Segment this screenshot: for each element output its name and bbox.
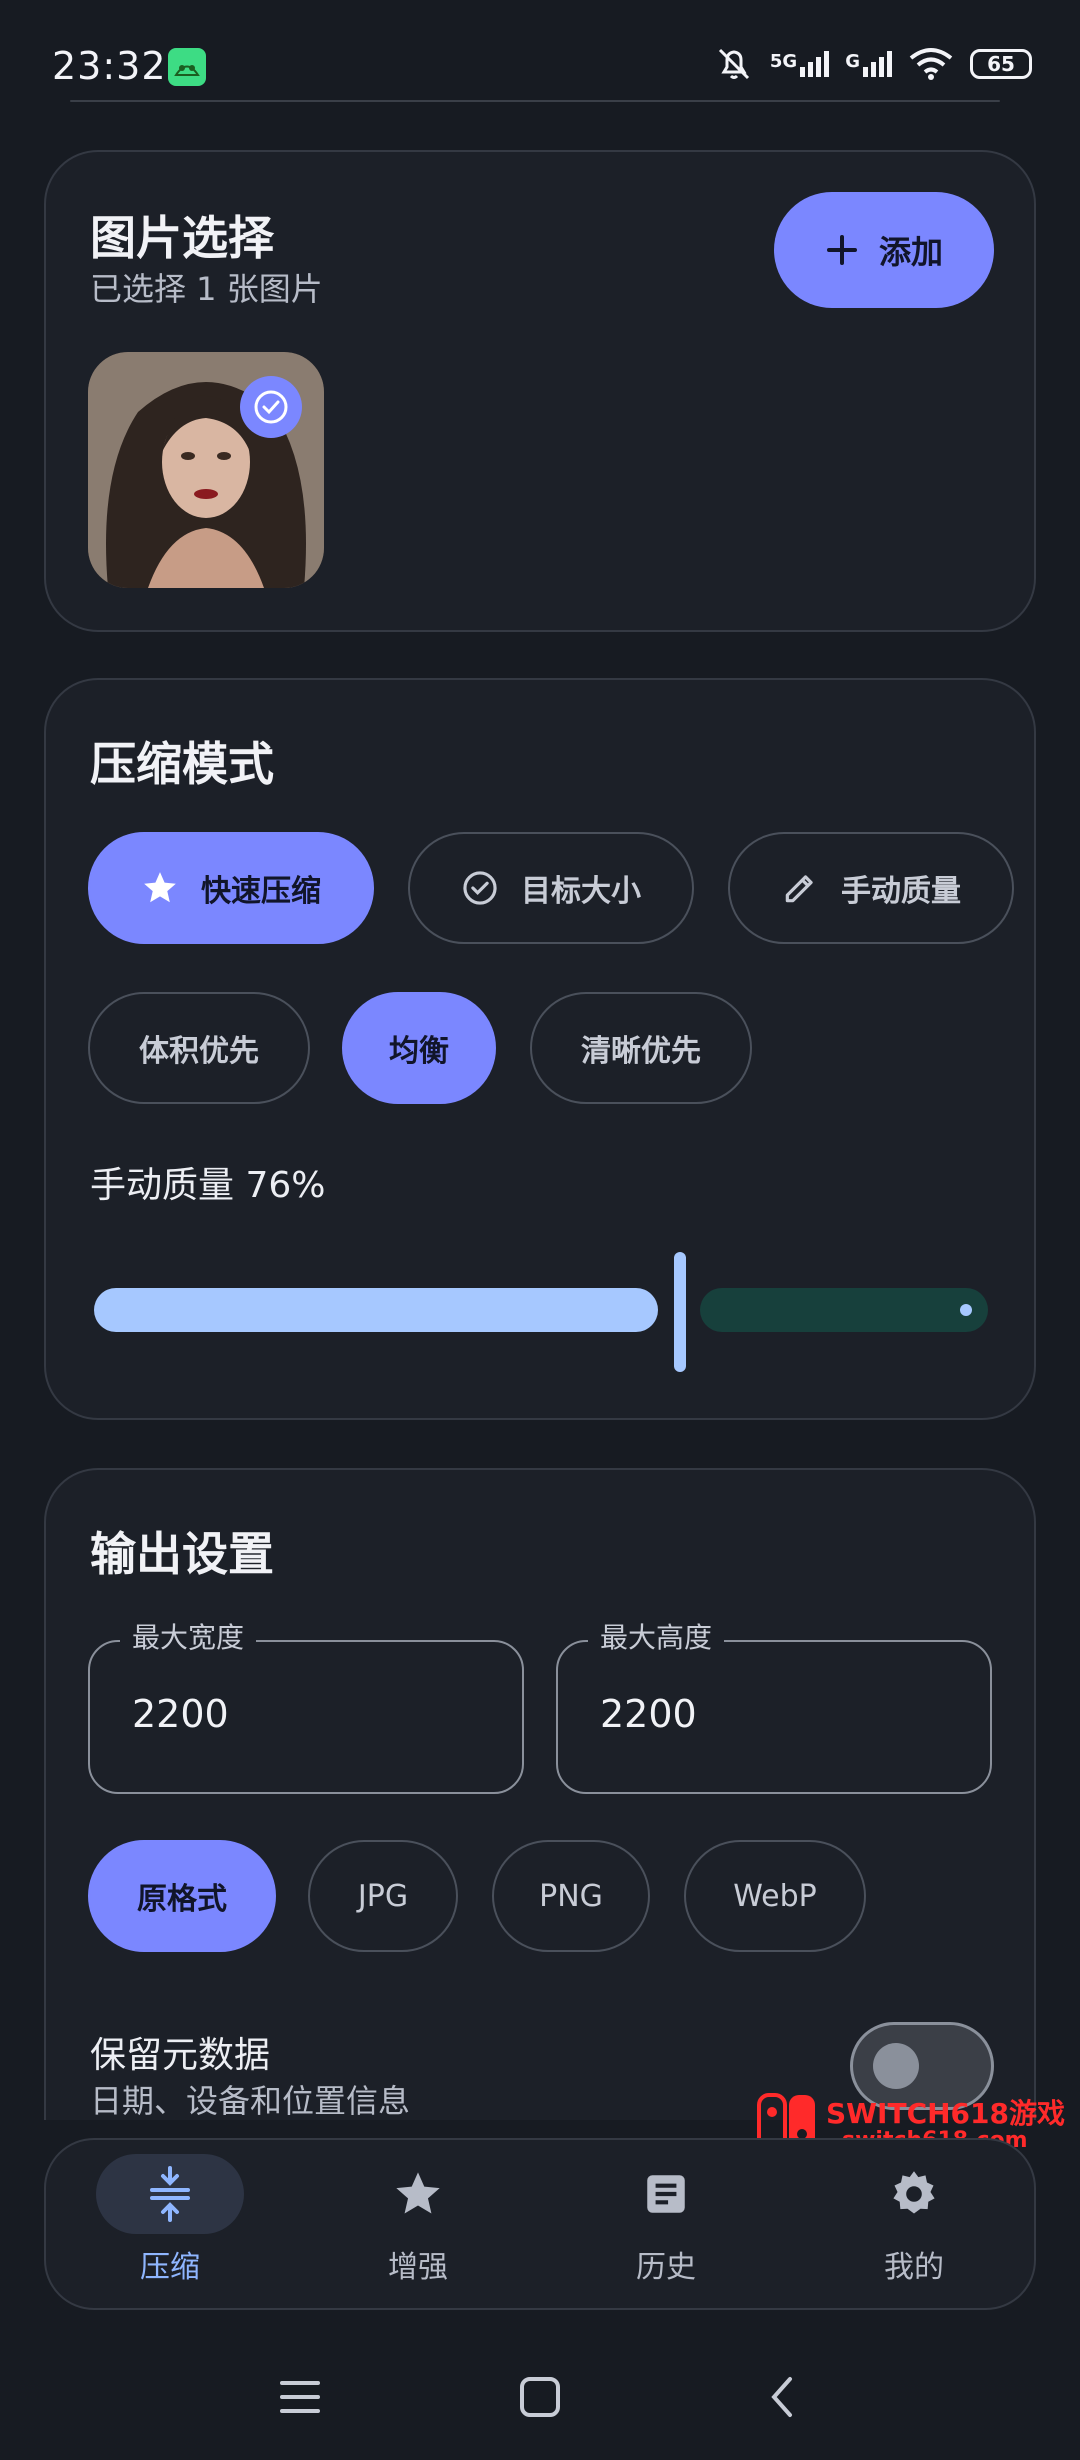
menu-icon — [280, 2381, 320, 2413]
status-time: 23:32 — [52, 44, 167, 88]
format-chip-original[interactable]: 原格式 — [88, 1840, 276, 1952]
format-chip-webp-label: WebP — [733, 1878, 817, 1914]
nav-item-profile[interactable]: 我的 — [790, 2154, 1038, 2304]
nav-label-history: 历史 — [636, 2250, 696, 2285]
nav-pill-profile — [840, 2154, 988, 2234]
toggle-knob — [873, 2043, 919, 2089]
image-selection-card: 图片选择 已选择 1 张图片 添加 — [44, 150, 1036, 632]
bell-off-icon — [718, 48, 749, 80]
network-type-label-2: G — [845, 51, 860, 72]
status-icons: 5G G 65 — [714, 44, 1032, 84]
max-width-label: 最大宽度 — [120, 1616, 257, 1656]
nav-pill-history — [592, 2154, 740, 2234]
image-card-title: 图片选择 — [90, 211, 274, 265]
compression-mode-card: 压缩模式 快速压缩 目标大小 手动质量 体积优先 均衡 清晰优先 手动质量 76… — [44, 678, 1036, 1420]
output-card-title: 输出设置 — [90, 1527, 274, 1581]
nav-label-enhance: 增强 — [388, 2250, 448, 2285]
image-card-subtitle: 已选择 1 张图片 — [90, 270, 323, 308]
system-home-button[interactable] — [508, 2362, 572, 2432]
back-chevron-icon — [771, 2377, 792, 2417]
star-icon — [396, 2172, 440, 2214]
signal-g-icon: G — [845, 51, 892, 77]
quality-slider[interactable] — [46, 680, 1034, 1418]
android-notification-icon — [168, 48, 206, 86]
slider-thumb[interactable] — [674, 1252, 686, 1372]
format-chip-png-label: PNG — [539, 1878, 603, 1914]
watermark-line1: SWITCH618游戏 — [826, 2097, 1065, 2130]
add-image-button[interactable]: 添加 — [774, 192, 994, 308]
system-menu-button[interactable] — [270, 2362, 330, 2432]
nav-pill-enhance — [344, 2154, 492, 2234]
max-width-value[interactable]: 2200 — [132, 1692, 229, 1736]
max-height-field[interactable]: 最大高度 2200 — [556, 1616, 992, 1794]
metadata-subtitle: 日期、设备和位置信息 — [90, 2082, 411, 2120]
format-chip-jpg-label: JPG — [357, 1878, 409, 1914]
nav-item-history[interactable]: 历史 — [542, 2154, 790, 2304]
top-divider — [70, 100, 1000, 102]
article-icon — [647, 2175, 685, 2213]
add-image-label: 添加 — [878, 233, 943, 271]
status-bar: 23:32 5G G 65 — [0, 0, 1080, 130]
battery-indicator: 65 — [970, 49, 1032, 79]
nav-label-profile: 我的 — [884, 2250, 944, 2285]
selected-check-icon — [240, 376, 302, 438]
format-chip-jpg[interactable]: JPG — [308, 1840, 458, 1952]
format-chip-png[interactable]: PNG — [492, 1840, 650, 1952]
max-height-value[interactable]: 2200 — [600, 1692, 697, 1736]
home-square-icon — [520, 2377, 560, 2417]
nav-item-compress[interactable]: 压缩 — [46, 2154, 294, 2304]
max-height-label: 最大高度 — [588, 1616, 725, 1656]
nav-item-enhance[interactable]: 增强 — [294, 2154, 542, 2304]
slider-active-track — [94, 1288, 658, 1332]
network-type-label: 5G — [769, 51, 798, 72]
slider-end-dot — [960, 1304, 972, 1316]
selected-image-thumbnail[interactable] — [88, 352, 324, 588]
nav-pill-compress — [96, 2154, 244, 2234]
system-back-button[interactable] — [752, 2362, 812, 2432]
gear-icon — [893, 2171, 935, 2214]
plus-icon — [826, 235, 857, 265]
format-chip-webp[interactable]: WebP — [684, 1840, 866, 1952]
bottom-navigation: 压缩 增强 历史 我的 — [44, 2138, 1036, 2310]
max-width-field[interactable]: 最大宽度 2200 — [88, 1616, 524, 1794]
nav-label-compress: 压缩 — [140, 2250, 200, 2285]
signal-5g-icon: 5G — [769, 51, 830, 77]
format-chip-original-label: 原格式 — [137, 1882, 227, 1917]
compress-icon — [150, 2166, 190, 2222]
slider-inactive-track — [700, 1288, 988, 1332]
wifi-icon — [909, 48, 953, 80]
metadata-title: 保留元数据 — [90, 2035, 271, 2076]
